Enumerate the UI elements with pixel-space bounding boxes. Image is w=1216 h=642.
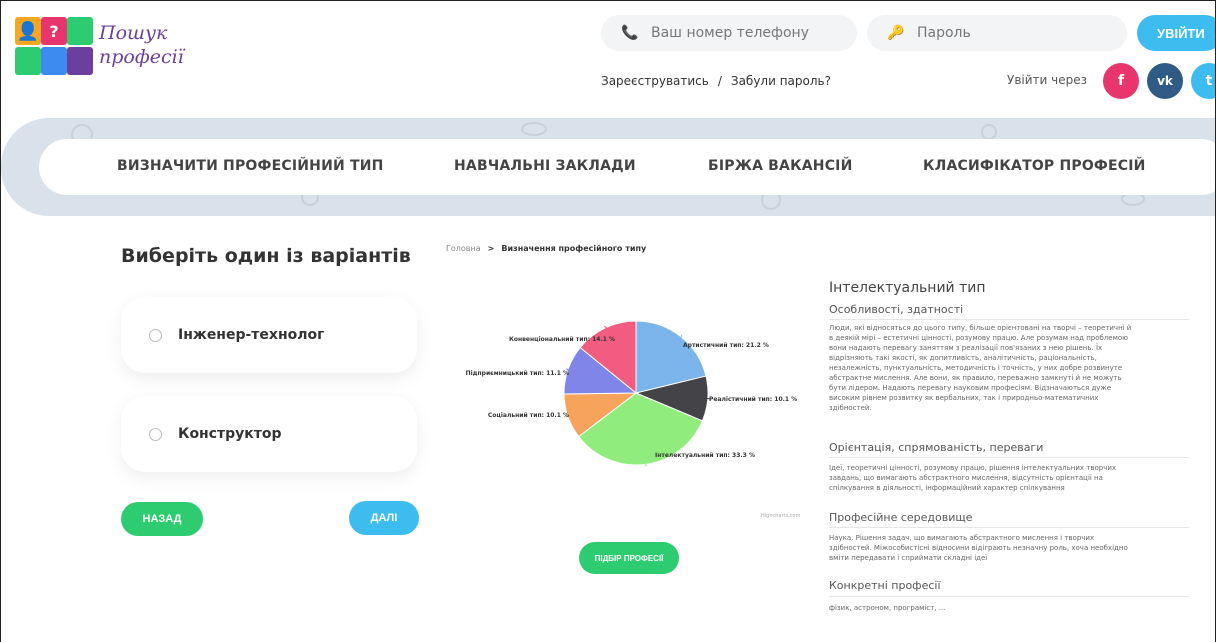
text-line: спілкування в діяльності, інформаційний … [829,484,1065,492]
choose-title: Виберіть один із варіантів [121,245,411,267]
pie-label: Конвенціональний тип: 14.1 % [509,336,615,343]
phone-input[interactable] [651,25,821,41]
radio-button[interactable] [149,328,162,342]
link-separator: / [717,74,722,88]
divider [829,527,1189,528]
text-line: в деякій мірі – естетичні цінності, розу… [829,334,1129,342]
text-line: вміти передавати і сприймати складні іде… [829,554,988,562]
section-text-orientation: Ідеї, теоретичні цінності, розумову прац… [829,463,1189,493]
text-line: здібностей. [829,404,872,412]
password-field[interactable]: 🔑 [867,15,1127,51]
breadcrumb-home[interactable]: Головна [446,244,481,253]
option-label: Конструктор [178,426,282,442]
divider [829,596,1189,597]
pie-label: Підприємницький тип: 11.1 % [466,370,569,377]
text-line: незалежність, пунктуальність, методичніс… [829,364,1123,372]
text-line: Ідеї, теоретичні цінності, розумову прац… [829,464,1117,472]
text-line: завдань, що вимагають абстрактного мисле… [829,474,1103,482]
text-line: Люди, які відносяться до цього типу, біл… [829,324,1132,332]
section-text-environment: Наука. Рішення задач, що вимагають абстр… [829,533,1189,563]
nav-item-classifier[interactable]: КЛАСИФІКАТОР ПРОФЕСІЙ [923,158,1146,174]
pie-label: Інтелектуальний тип: 33.3 % [655,452,755,459]
logo-line-1: Пошук [99,22,168,44]
text-line: Наука. Рішення задач, що вимагають абстр… [829,534,1095,542]
option-label: Інженер-технолог [178,327,325,343]
breadcrumb-current: Визначення професійного типу [501,244,647,253]
password-input[interactable] [917,25,1087,41]
option-engineer-technologist[interactable]: Інженер-технолог [121,297,417,373]
text-line: вони надають перевагу заняттям з реаліза… [829,344,1103,352]
section-heading-features: Особливості, здатності [829,303,964,316]
breadcrumb: Головна > Визначення професійного типу [446,244,646,253]
type-title: Інтелектуальний тип [829,280,986,296]
forgot-password-link[interactable]: Забули пароль? [731,74,831,88]
pie-label: Реалістичний тип: 10.1 % [709,396,797,403]
profession-type-pie-chart: Артистичний тип: 21.2 % Реалістичний тип:… [466,320,797,467]
text-line: фізик, астроном, програміст, ... [829,604,946,612]
radio-button[interactable] [149,427,162,441]
text-line: бути лідером. Надають перевагу науковим … [829,384,1112,392]
register-link[interactable]: Зареєструватись [601,74,709,88]
pie-label: Артистичний тип: 21.2 % [683,342,769,349]
nav-item-vacancies[interactable]: БІРЖА ВАКАНСІЙ [708,158,853,174]
logo-line-2: професії [99,46,184,68]
text-line: здібностей. Міжособистісні відносини від… [829,544,1128,552]
phone-field[interactable]: 📞 [601,15,857,51]
text-line: абстрактне мислення. Але вони, як правил… [829,374,1122,382]
pie-label: Соціальний тип: 10.1 % [488,412,569,419]
vk-icon[interactable]: vk [1147,63,1183,99]
section-text-features: Люди, які відносяться до цього типу, біл… [829,323,1189,413]
breadcrumb-arrow: > [487,244,495,253]
option-constructor[interactable]: Конструктор [121,396,417,472]
logo-tiles-icon: 👤 ? [15,17,93,79]
select-profession-button[interactable]: ПІДБІР ПРОФЕСІЇ [579,542,679,574]
facebook-icon[interactable]: f [1103,63,1139,99]
phone-icon: 📞 [621,25,639,41]
divider [829,319,1189,320]
chart-credit: Highcharts.com [761,513,801,519]
text-line: високим рівнем розвитку як вербальних, т… [829,394,1099,402]
next-button[interactable]: ДАЛІ [349,501,419,535]
nav-item-schools[interactable]: НАВЧАЛЬНІ ЗАКЛАДИ [454,158,636,174]
site-logo[interactable]: 👤 ? Пошук професії [15,15,215,85]
section-heading-orientation: Орієнтація, спрямованість, переваги [829,441,1044,454]
divider [829,457,1189,458]
twitter-icon[interactable]: t [1191,63,1215,99]
auth-links: Зареєструватись / Забули пароль? [601,74,831,88]
login-button[interactable]: УВІЙТИ [1137,15,1215,51]
enter-via-label: Увійти через [1007,73,1087,87]
back-button[interactable]: НАЗАД [121,502,203,536]
page: 👤 ? Пошук професії 📞 🔑 УВІЙТИ Зареєструв… [0,0,1216,642]
section-heading-professions: Конкретні професії [829,579,941,592]
text-line: відрізняють такі якості, як допитливість… [829,354,1097,362]
nav-item-profession-type[interactable]: ВИЗНАЧИТИ ПРОФЕСІЙНИЙ ТИП [117,158,384,174]
section-heading-environment: Професійне середовище [829,511,973,524]
key-icon: 🔑 [887,25,905,41]
section-text-professions: фізик, астроном, програміст, ... [829,603,1189,613]
